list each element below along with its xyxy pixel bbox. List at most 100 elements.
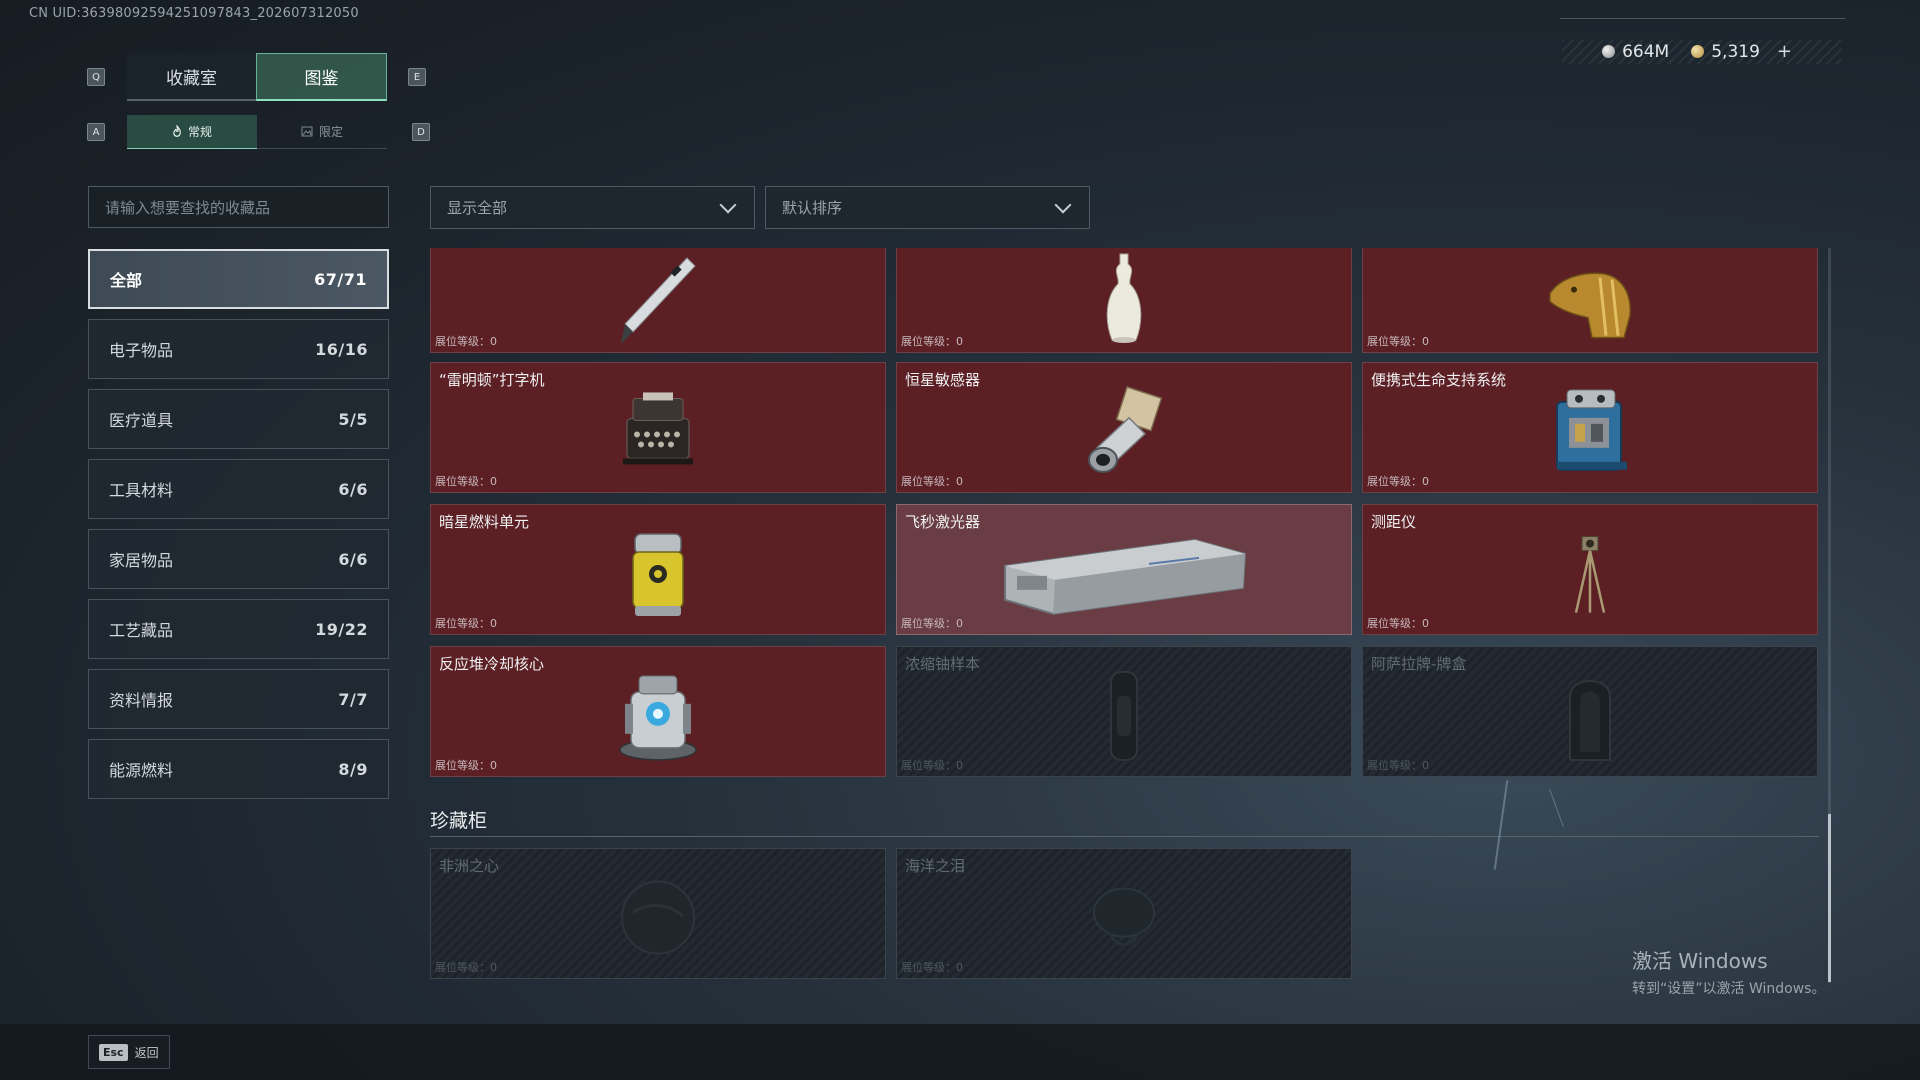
collection-grid: 展位等级：0 展位等级：0 展位等级：0 “雷明顿”打字机 展位等级：0 恒星敏… — [430, 248, 1820, 788]
gold-currency: 5,319 + — [1691, 41, 1792, 62]
pen-icon — [621, 256, 696, 344]
bottom-bar — [0, 1024, 1920, 1080]
item-name: 飞秒激光器 — [905, 513, 981, 531]
silver-coin-icon — [1602, 45, 1616, 58]
category-all[interactable]: 全部 67/71 — [88, 249, 389, 309]
category-fuel[interactable]: 能源燃料 8/9 — [88, 739, 389, 799]
category-count: 7/7 — [338, 689, 368, 709]
subtab-regular-label: 常规 — [187, 125, 212, 139]
category-label: 电子物品 — [109, 341, 174, 360]
search-input[interactable]: 请输入想要查找的收藏品 — [88, 186, 389, 228]
key-hint-d[interactable]: D — [412, 123, 430, 141]
tab-catalog[interactable]: 图鉴 — [256, 53, 387, 101]
back-label: 返回 — [134, 1045, 159, 1060]
item-card[interactable]: 便携式生命支持系统 展位等级：0 — [1362, 362, 1818, 493]
subtab-regular[interactable]: 常规 — [127, 115, 257, 149]
item-card[interactable]: “雷明顿”打字机 展位等级：0 — [430, 362, 886, 493]
filter-dropdown[interactable]: 显示全部 — [430, 186, 755, 229]
item-card[interactable]: 反应堆冷却核心 展位等级：0 — [430, 646, 886, 777]
item-level: 展位等级：0 — [901, 617, 963, 630]
gold-amount: 5,319 — [1711, 41, 1760, 62]
capsule-silhouette-icon — [1110, 670, 1138, 761]
category-electronics[interactable]: 电子物品 16/16 — [88, 319, 389, 379]
category-label: 工艺藏品 — [109, 621, 174, 640]
category-count: 6/6 — [338, 479, 368, 499]
card-box-silhouette-icon — [1569, 679, 1611, 761]
currency-bar: 664M 5,319 + — [1602, 41, 1792, 62]
item-level: 展位等级：0 — [435, 335, 497, 348]
item-name: 反应堆冷却核心 — [439, 655, 545, 673]
item-name: 海洋之泪 — [905, 857, 966, 875]
item-card[interactable]: 飞秒激光器 展位等级：0 — [896, 504, 1352, 635]
category-label: 资料情报 — [109, 691, 174, 710]
item-card-locked[interactable]: 阿萨拉牌-牌盒 展位等级：0 — [1362, 646, 1818, 777]
item-card[interactable]: 展位等级：0 — [430, 248, 886, 353]
category-label: 全部 — [110, 271, 143, 290]
item-level: 展位等级：0 — [1367, 475, 1429, 488]
key-hint-q[interactable]: Q — [87, 68, 105, 86]
background-crack-decoration — [1493, 780, 1509, 870]
item-name: 阿萨拉牌-牌盒 — [1371, 655, 1467, 673]
item-card[interactable]: 测距仪 展位等级：0 — [1362, 504, 1818, 635]
item-name: 恒星敏感器 — [905, 371, 981, 389]
watermark-line1: 激活 Windows — [1632, 949, 1768, 973]
sort-dropdown-value: 默认排序 — [782, 199, 843, 217]
showcase-card-locked[interactable]: 海洋之泪 展位等级：0 — [896, 848, 1352, 979]
tab-collection-room[interactable]: 收藏室 — [127, 53, 256, 101]
image-icon — [301, 126, 313, 137]
chevron-down-icon — [719, 196, 737, 213]
key-hint-a[interactable]: A — [87, 123, 105, 141]
item-level: 展位等级：0 — [901, 759, 963, 772]
item-card[interactable]: 暗星燃料单元 展位等级：0 — [430, 504, 886, 635]
item-level: 展位等级：0 — [1367, 759, 1429, 772]
background-crack-decoration — [1549, 789, 1564, 827]
item-card[interactable]: 展位等级：0 — [896, 248, 1352, 353]
sort-dropdown[interactable]: 默认排序 — [765, 186, 1090, 229]
watermark-line2: 转到“设置”以激活 Windows。 — [1632, 981, 1826, 997]
item-name: 便携式生命支持系统 — [1371, 371, 1507, 389]
item-card-locked[interactable]: 浓缩铀样本 展位等级：0 — [896, 646, 1352, 777]
item-level: 展位等级：0 — [435, 617, 497, 630]
scrollbar-thumb[interactable] — [1828, 814, 1831, 982]
back-button[interactable]: Esc 返回 — [88, 1035, 170, 1069]
showcase-divider — [430, 836, 1819, 837]
showcase-title: 珍藏柜 — [430, 810, 488, 832]
category-label: 家居物品 — [109, 551, 174, 570]
category-count: 8/9 — [338, 759, 368, 779]
fuel-cell-icon — [632, 532, 684, 616]
jewel-silhouette-icon — [1093, 887, 1155, 946]
item-name: 非洲之心 — [439, 857, 500, 875]
category-household[interactable]: 家居物品 6/6 — [88, 529, 389, 589]
laser-box-icon — [1004, 538, 1247, 615]
category-medical[interactable]: 医疗道具 5/5 — [88, 389, 389, 449]
category-crafts[interactable]: 工艺藏品 19/22 — [88, 599, 389, 659]
key-hint-e[interactable]: E — [408, 68, 426, 86]
category-intel[interactable]: 资料情报 7/7 — [88, 669, 389, 729]
add-currency-button[interactable]: + — [1777, 41, 1792, 62]
item-level: 展位等级：0 — [435, 475, 497, 488]
esc-key-icon: Esc — [99, 1043, 128, 1061]
golden-head-icon — [1549, 271, 1631, 338]
gold-coin-icon — [1691, 45, 1705, 58]
tripod-icon — [1574, 535, 1606, 613]
category-count: 6/6 — [338, 549, 368, 569]
item-card[interactable]: 展位等级：0 — [1362, 248, 1818, 353]
item-name: 测距仪 — [1371, 513, 1417, 531]
sphere-silhouette-icon — [621, 880, 695, 955]
category-label: 能源燃料 — [109, 761, 174, 780]
item-name: 暗星燃料单元 — [439, 513, 530, 531]
life-support-icon — [1556, 388, 1627, 471]
item-card[interactable]: 恒星敏感器 展位等级：0 — [896, 362, 1352, 493]
silver-currency: 664M — [1602, 42, 1669, 62]
category-label: 医疗道具 — [109, 411, 174, 430]
item-level: 展位等级：0 — [1367, 617, 1429, 630]
item-level: 展位等级：0 — [1367, 335, 1429, 348]
flame-icon — [173, 125, 181, 137]
main-tabs: 收藏室 图鉴 — [127, 53, 387, 101]
item-level: 展位等级：0 — [901, 961, 963, 974]
category-tools[interactable]: 工具材料 6/6 — [88, 459, 389, 519]
top-divider — [1560, 18, 1845, 19]
category-count: 5/5 — [338, 409, 368, 429]
subtab-limited[interactable]: 限定 — [257, 115, 387, 149]
showcase-card-locked[interactable]: 非洲之心 展位等级：0 — [430, 848, 886, 979]
